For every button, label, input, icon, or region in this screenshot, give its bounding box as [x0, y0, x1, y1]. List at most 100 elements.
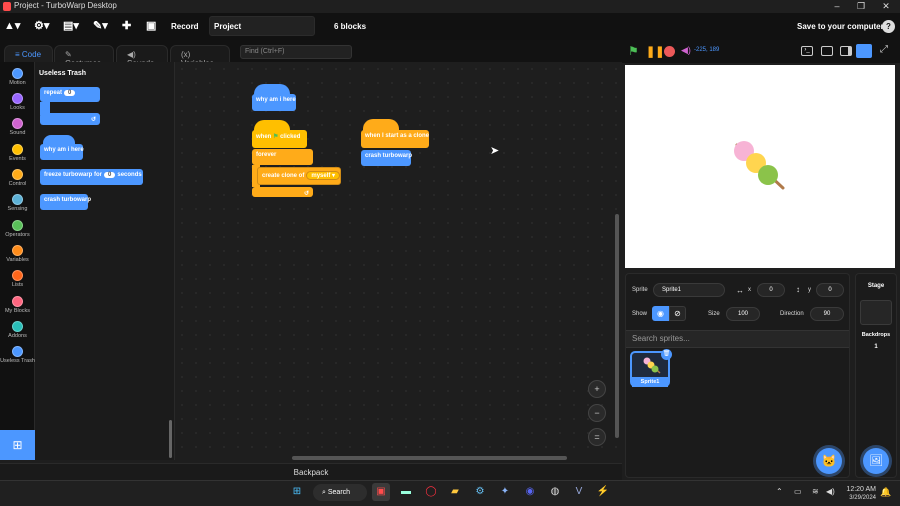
category-events[interactable]: Events — [0, 144, 35, 162]
delete-sprite-trash-icon[interactable]: 🗑 — [661, 349, 672, 360]
save-to-computer-button[interactable]: Save to your computer — [797, 18, 884, 35]
y-input[interactable]: 0 — [816, 283, 844, 297]
minimize-button[interactable]: – — [826, 0, 848, 13]
category-addons[interactable]: Addons — [0, 321, 35, 339]
addons-puzzle-icon[interactable]: ✚ — [122, 18, 131, 35]
settings-gear-icon[interactable]: ⚙▾ — [34, 18, 49, 35]
v-app-icon[interactable]: V — [570, 483, 588, 501]
show-hidden-eye-icon[interactable]: ⊘ — [669, 306, 686, 321]
green-flag-icon[interactable]: ⚑ — [628, 44, 640, 58]
turbowarp-taskbar-icon[interactable]: ▣ — [372, 483, 390, 501]
tab-variables[interactable]: (x) Variables — [170, 45, 230, 68]
dango-sprite[interactable] — [625, 65, 895, 268]
category-operators[interactable]: Operators — [0, 220, 35, 238]
direction-input[interactable]: 90 — [810, 307, 844, 321]
volume-icon[interactable]: ◀) — [681, 45, 691, 56]
category-variables[interactable]: Variables — [0, 245, 35, 263]
chevron-up-icon[interactable]: ⌃ — [776, 487, 783, 496]
crash-turbowarp-block[interactable]: crash turbowarp — [361, 150, 412, 166]
show-visible-eye-icon[interactable]: ◉ — [652, 306, 669, 321]
maximize-button[interactable]: ❐ — [850, 0, 872, 13]
sprite-name-input[interactable]: Sprite1 — [653, 283, 725, 297]
stage-thumbnail[interactable] — [860, 300, 892, 325]
vertical-scrollbar[interactable] — [615, 214, 619, 438]
category-lists[interactable]: Lists — [0, 270, 35, 288]
packager-icon[interactable]: ▣ — [146, 18, 156, 35]
sprite-thumbnail[interactable]: Sprite1 🗑 — [630, 349, 672, 387]
palette-freeze-block[interactable]: freeze turbowarp for 0 seconds — [40, 169, 143, 185]
network-icon[interactable]: ▭ — [794, 487, 802, 496]
edit-menu-icon[interactable]: ✎▾ — [93, 18, 108, 35]
when-i-start-as-clone-block[interactable]: when I start as a clone — [361, 130, 429, 148]
horizontal-scrollbar[interactable] — [292, 456, 567, 460]
category-useless-trash[interactable]: Useless Trash — [0, 346, 35, 364]
help-icon[interactable]: ? — [882, 20, 895, 33]
wifi-icon[interactable]: ≋ — [812, 487, 819, 496]
create-clone-block[interactable]: create clone of myself ▾ — [257, 167, 341, 185]
stage-canvas[interactable] — [625, 65, 895, 268]
size-input[interactable]: 100 — [726, 307, 760, 321]
x-label: x — [748, 287, 751, 293]
cat-hat-ears — [43, 135, 75, 145]
small-stage-icon[interactable] — [821, 46, 833, 56]
add-extension-icon[interactable]: ⊞ — [0, 430, 35, 460]
add-backdrop-icon[interactable]: 🖼 — [863, 448, 889, 474]
record-button[interactable]: Record — [171, 18, 199, 35]
category-sound[interactable]: Sound — [0, 118, 35, 136]
find-input[interactable]: Find (Ctrl+F) — [240, 45, 352, 59]
backpack-header[interactable]: Backpack — [0, 463, 622, 480]
clock-date[interactable]: 3/29/2024 — [842, 495, 876, 501]
windows-start-icon[interactable]: ⊞ — [288, 483, 306, 501]
category-motion[interactable]: Motion — [0, 68, 35, 86]
palette-crash-block[interactable]: crash turbowarp — [40, 194, 91, 210]
notification-bell-icon[interactable]: 🔔 — [880, 487, 891, 498]
file-menu-icon[interactable]: ▤▾ — [63, 18, 79, 35]
language-menu-icon[interactable]: ▲▾ — [4, 18, 20, 35]
zoom-out-button[interactable]: − — [588, 404, 606, 422]
file-explorer-icon[interactable]: ▰ — [446, 483, 464, 501]
add-sprite-cat-icon[interactable]: 🐱 — [816, 448, 842, 474]
stage-target-panel[interactable]: Stage Backdrops 1 🖼 — [855, 273, 897, 478]
why-am-i-here-block[interactable]: why am i here — [252, 94, 296, 111]
forever-block[interactable]: forever — [252, 149, 313, 165]
taskbar-search[interactable]: ⌕ Search — [313, 484, 367, 501]
code-workspace[interactable]: why am i here when ⚑ clicked forever cre… — [169, 62, 622, 460]
terminal-icon[interactable]: ›_ — [801, 46, 813, 56]
clock-time[interactable]: 12:20 AM — [842, 486, 876, 493]
game-controller-icon[interactable]: ✦ — [496, 483, 514, 501]
zoom-in-button[interactable]: + — [588, 380, 606, 398]
steam-icon[interactable]: ⚙ — [471, 483, 489, 501]
speaker-icon[interactable]: ◀) — [826, 487, 835, 496]
green-flag-icon: ⚑ — [273, 134, 279, 140]
palette-scrollbar[interactable] — [169, 420, 172, 458]
terminal-taskbar-icon[interactable]: ▬ — [397, 483, 415, 501]
normal-stage-icon[interactable] — [840, 46, 852, 56]
search-sprites-input[interactable]: Search sprites... — [626, 330, 849, 348]
opera-taskbar-icon[interactable]: ◯ — [422, 483, 440, 501]
category-sensing[interactable]: Sensing — [0, 194, 35, 212]
backdrops-label: Backdrops — [861, 332, 891, 338]
palette-repeat-block[interactable]: repeat 0 — [40, 87, 100, 102]
tab-code[interactable]: ≡ Code — [4, 45, 53, 63]
fullscreen-icon[interactable]: ⤢ — [880, 44, 888, 55]
category-looks[interactable]: Looks — [0, 93, 35, 111]
large-stage-icon[interactable] — [856, 44, 872, 58]
x-input[interactable]: 0 — [757, 283, 785, 297]
lightning-app-icon[interactable]: ⚡ — [594, 483, 612, 501]
variable-icon: (x) — [181, 50, 191, 59]
category-control[interactable]: Control — [0, 169, 35, 187]
when-flag-clicked-block[interactable]: when ⚑ clicked — [252, 130, 307, 148]
stop-icon[interactable] — [664, 46, 675, 57]
tab-costumes[interactable]: ✎ Costumes — [54, 45, 114, 68]
browser-icon[interactable]: ◍ — [546, 483, 564, 501]
discord-icon[interactable]: ◉ — [521, 483, 539, 501]
zoom-reset-button[interactable]: = — [588, 428, 606, 446]
close-button[interactable]: ✕ — [875, 0, 897, 13]
tab-sounds[interactable]: ◀) Sounds — [116, 45, 168, 68]
window-title: Project - TurboWarp Desktop — [14, 1, 117, 10]
backdrops-count: 1 — [874, 344, 878, 350]
pause-icon[interactable]: ❚❚ — [646, 45, 664, 58]
project-title-input[interactable]: Project — [209, 16, 315, 36]
category-my-blocks[interactable]: My Blocks — [0, 296, 35, 314]
palette-why-block[interactable]: why am i here — [40, 144, 84, 160]
